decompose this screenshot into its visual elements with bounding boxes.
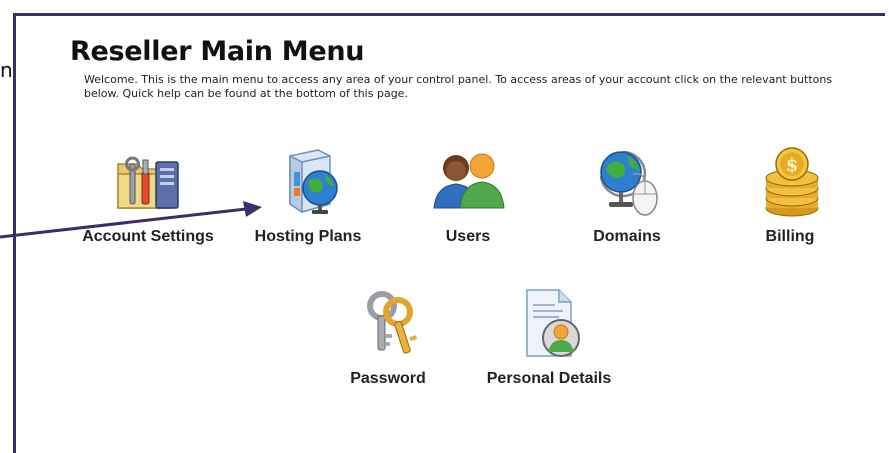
domains-button[interactable]: Domains [572, 142, 682, 246]
password-button[interactable]: Password [338, 284, 438, 388]
hosting-plans-label: Hosting Plans [254, 228, 362, 245]
billing-button[interactable]: $ Billing [752, 142, 828, 246]
globe-mouse-icon [587, 142, 667, 222]
users-icon [428, 142, 508, 222]
users-button[interactable]: Users [428, 142, 508, 246]
account-settings-label: Account Settings [82, 228, 214, 245]
account-settings-button[interactable]: Account Settings [66, 142, 230, 246]
intro-text: Welcome. This is the main menu to access… [84, 73, 833, 100]
page-title: Reseller Main Menu [70, 36, 365, 67]
keys-icon [348, 284, 428, 364]
users-label: Users [445, 228, 491, 245]
personal-details-label: Personal Details [486, 370, 612, 387]
box-globe-icon [268, 142, 348, 222]
tools-folder-icon [108, 142, 188, 222]
gold-coins-icon: $ [752, 142, 832, 222]
hosting-plans-button[interactable]: Hosting Plans [243, 142, 373, 246]
stray-character: n [0, 58, 13, 82]
svg-text:$: $ [786, 155, 799, 176]
domains-label: Domains [593, 228, 661, 245]
profile-document-icon [509, 284, 589, 364]
billing-label: Billing [765, 228, 815, 245]
password-label: Password [350, 370, 426, 387]
personal-details-button[interactable]: Personal Details [472, 284, 626, 388]
